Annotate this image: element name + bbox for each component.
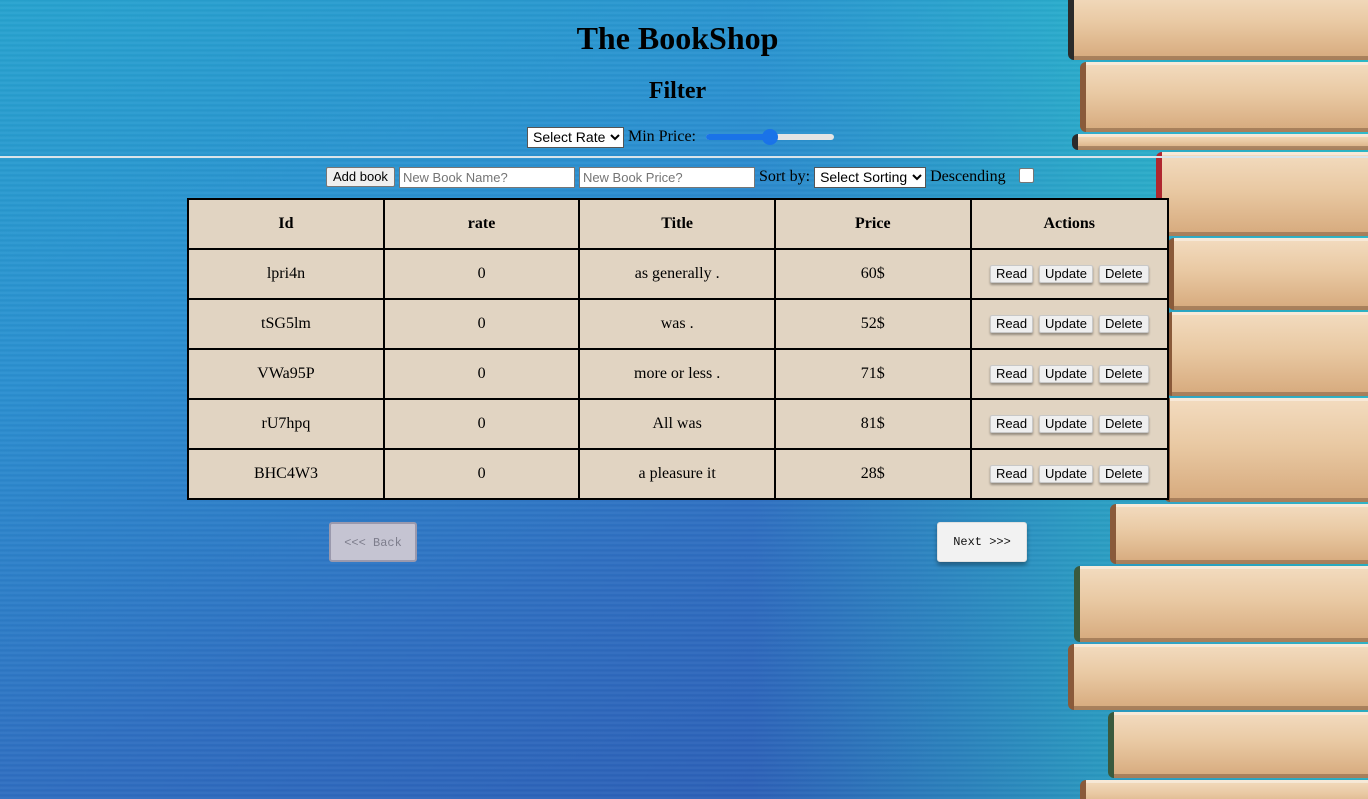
descending-label: Descending <box>930 168 1006 185</box>
update-button[interactable]: Update <box>1039 365 1093 383</box>
cell-actions: Read Update Delete <box>969 248 1170 300</box>
slider-fill <box>706 134 770 140</box>
cell-id: VWa95P <box>187 348 385 400</box>
read-button[interactable]: Read <box>989 465 1034 483</box>
slider-thumb[interactable] <box>762 129 778 145</box>
table-row: rU7hpq 0 All was 81$ Read Update Delete <box>187 398 1170 450</box>
sort-by-label: Sort by: <box>758 168 811 185</box>
table-header-row: Id rate Title Price Actions <box>187 198 1170 250</box>
header-actions: Actions <box>969 198 1170 250</box>
descending-checkbox[interactable] <box>1018 167 1034 183</box>
table-row: BHC4W3 0 a pleasure it 28$ Read Update D… <box>187 448 1170 500</box>
cell-id: tSG5lm <box>187 298 385 350</box>
new-book-name-input[interactable] <box>398 166 575 188</box>
cell-rate: 0 <box>382 448 581 500</box>
books-table: Id rate Title Price Actions lpri4n 0 as … <box>187 198 1170 500</box>
cell-rate: 0 <box>382 348 581 400</box>
cell-title: a pleasure it <box>578 448 777 500</box>
cell-title: All was <box>578 398 777 450</box>
cell-id: rU7hpq <box>187 398 385 450</box>
cell-price: 71$ <box>774 348 972 400</box>
add-book-button[interactable]: Add book <box>326 167 395 187</box>
add-book-row: Add book Sort by: Select Sorting Descend… <box>326 166 1034 188</box>
cell-rate: 0 <box>382 398 581 450</box>
back-button[interactable]: <<< Back <box>329 522 417 562</box>
cell-actions: Read Update Delete <box>969 348 1170 400</box>
delete-button[interactable]: Delete <box>1098 465 1149 483</box>
cell-price: 52$ <box>774 298 972 350</box>
filter-row: Select Rate Min Price: <box>527 125 834 149</box>
header-rate: rate <box>382 198 581 250</box>
delete-button[interactable]: Delete <box>1098 365 1149 383</box>
cell-rate: 0 <box>382 298 581 350</box>
read-button[interactable]: Read <box>989 365 1034 383</box>
cell-price: 81$ <box>774 398 972 450</box>
table-row: tSG5lm 0 was . 52$ Read Update Delete <box>187 298 1170 350</box>
cell-title: more or less . <box>578 348 777 400</box>
table-row: lpri4n 0 as generally . 60$ Read Update … <box>187 248 1170 300</box>
cell-actions: Read Update Delete <box>969 298 1170 350</box>
delete-button[interactable]: Delete <box>1098 415 1149 433</box>
update-button[interactable]: Update <box>1039 465 1093 483</box>
update-button[interactable]: Update <box>1039 315 1093 333</box>
header-title: Title <box>578 198 777 250</box>
cell-id: BHC4W3 <box>187 448 385 500</box>
cell-price: 28$ <box>774 448 972 500</box>
sort-select[interactable]: Select Sorting <box>814 166 927 188</box>
read-button[interactable]: Read <box>989 265 1034 283</box>
cell-title: as generally . <box>578 248 777 300</box>
cell-id: lpri4n <box>187 248 385 300</box>
cell-title: was . <box>578 298 777 350</box>
min-price-label: Min Price: <box>628 128 696 145</box>
new-book-price-input[interactable] <box>578 166 755 188</box>
divider <box>0 156 1368 158</box>
header-price: Price <box>774 198 972 250</box>
min-price-slider[interactable] <box>706 127 834 147</box>
next-button[interactable]: Next >>> <box>937 522 1027 562</box>
update-button[interactable]: Update <box>1039 265 1093 283</box>
page-title: The BookShop <box>576 20 779 56</box>
cell-actions: Read Update Delete <box>969 448 1170 500</box>
cell-price: 60$ <box>774 248 972 300</box>
read-button[interactable]: Read <box>989 415 1034 433</box>
header-id: Id <box>187 198 385 250</box>
update-button[interactable]: Update <box>1039 415 1093 433</box>
delete-button[interactable]: Delete <box>1098 315 1149 333</box>
table-row: VWa95P 0 more or less . 71$ Read Update … <box>187 348 1170 400</box>
cell-rate: 0 <box>382 248 581 300</box>
read-button[interactable]: Read <box>989 315 1034 333</box>
cell-actions: Read Update Delete <box>969 398 1170 450</box>
rate-select[interactable]: Select Rate <box>527 126 624 148</box>
delete-button[interactable]: Delete <box>1098 265 1149 283</box>
filter-heading: Filter <box>648 78 707 104</box>
